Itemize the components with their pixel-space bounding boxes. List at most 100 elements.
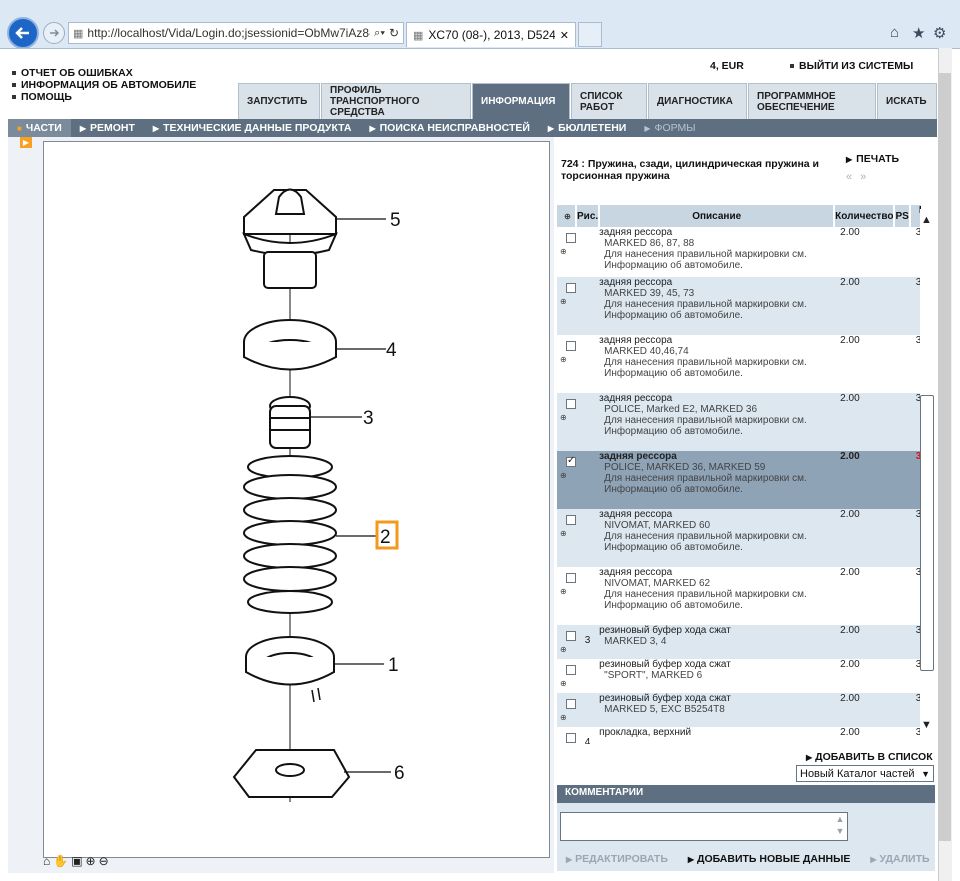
search-icon[interactable]: ⌕▾ — [374, 27, 385, 40]
table-row[interactable]: ⊕ задняя рессора MARKED 40,46,74 Для нанесе… — [557, 335, 921, 393]
row-qty: 2.00 — [834, 227, 895, 277]
tab-work-list[interactable]: СПИСОК РАБОТ — [571, 83, 647, 119]
fit-window-icon[interactable]: ▣ — [71, 854, 82, 868]
zoom-out-icon[interactable]: ⊖ — [99, 854, 109, 868]
row-desc: резиновый буфер хода сжат "SPORT", MARKED… — [599, 659, 835, 693]
home-icon[interactable]: ⌂ — [890, 24, 899, 41]
address-url: http://localhost/Vida/Login.do;jsessioni… — [87, 26, 371, 40]
top-link-vehicle-info[interactable]: ИНФОРМАЦИЯ ОБ АВТОМОБИЛЕ — [12, 79, 196, 91]
callout-4[interactable]: 4 — [386, 340, 397, 361]
pan-hand-icon[interactable]: ✋ — [53, 854, 68, 868]
callout-3[interactable]: 3 — [363, 408, 374, 429]
close-tab-icon[interactable]: ✕ — [560, 29, 569, 42]
top-link-errors[interactable]: ОТЧЕТ ОБ ОШИБКАХ — [12, 67, 196, 79]
comment-scroll-arrows[interactable]: ▲ ▼ — [833, 813, 847, 840]
row-checkbox[interactable] — [566, 283, 576, 293]
row-fig — [576, 227, 600, 277]
scroll-up-icon[interactable]: ▲ — [921, 214, 932, 226]
back-button[interactable] — [7, 17, 39, 49]
pin-icon: ⊕ — [560, 587, 567, 596]
address-bar[interactable]: ▦ http://localhost/Vida/Login.do;jsessio… — [68, 22, 404, 44]
settings-gear-icon[interactable]: ⚙ — [933, 24, 946, 42]
page-scroll-thumb[interactable] — [939, 73, 951, 841]
chevron-down-icon: ▼ — [921, 768, 930, 779]
row-checkbox[interactable] — [566, 515, 576, 525]
header-pin: ⊕ — [557, 205, 577, 227]
add-to-list-button[interactable]: ▶ ДОБАВИТЬ В СПИСОК — [806, 751, 933, 763]
favorites-star-icon[interactable]: ★ — [912, 24, 925, 42]
tab-start[interactable]: ЗАПУСТИТЬ — [238, 83, 320, 119]
tab-search[interactable]: ИСКАТЬ — [877, 83, 937, 119]
table-row[interactable]: ⊕ задняя рессора POLICE, Marked E2, MARKED… — [557, 393, 921, 451]
row-checkbox[interactable] — [566, 665, 576, 675]
row-ps — [894, 277, 910, 335]
tab-information[interactable]: ИНФОРМАЦИЯ — [472, 83, 570, 119]
table-row[interactable]: ⊕ резиновый буфер хода сжат MARKED 5, EXC … — [557, 693, 921, 727]
subnav-troubleshooting[interactable]: ▶ ПОИСКА НЕИСПРАВНОСТЕЙ — [360, 119, 538, 137]
comment-textarea[interactable] — [560, 812, 848, 841]
table-row[interactable]: ⊕ задняя рессора MARKED 39, 45, 73 Для нане… — [557, 277, 921, 335]
row-desc: задняя рессора NIVOMAT, MARKED 62 Для нане… — [599, 567, 835, 625]
callout-1[interactable]: 1 — [388, 655, 399, 676]
table-row[interactable]: ⊕ задняя рессора MARKED 86, 87, 88 Для нане… — [557, 227, 921, 277]
row-ps — [894, 727, 910, 744]
tab-vehicle-profile[interactable]: ПРОФИЛЬ ТРАНСПОРТНОГО СРЕДСТВА — [321, 83, 471, 119]
table-row[interactable]: ⊕4прокладка, верхний2.0030748807 — [557, 727, 921, 744]
callout-5[interactable]: 5 — [390, 210, 401, 231]
pin-icon: ⊕ — [560, 247, 567, 256]
top-links: ОТЧЕТ ОБ ОШИБКАХ ИНФОРМАЦИЯ ОБ АВТОМОБИЛ… — [12, 67, 196, 103]
parts-table-body: ⊕ задняя рессора MARKED 86, 87, 88 Для нане… — [557, 227, 921, 744]
forward-button[interactable] — [43, 22, 65, 44]
subnav-repair[interactable]: ▶ РЕМОНТ — [71, 119, 144, 137]
table-row[interactable]: ⊕ задняя рессораPOLICE, MARKED 36, MARKED… — [557, 451, 921, 509]
refresh-icon[interactable]: ↻ — [389, 26, 399, 40]
row-ps — [894, 659, 910, 693]
zoom-in-icon[interactable]: ⊕ — [86, 854, 96, 868]
subnav-parts[interactable]: ■ ЧАСТИ — [8, 119, 71, 137]
comments-header: КОММЕНТАРИИ — [557, 785, 935, 803]
print-button[interactable]: ▶ ПЕЧАТЬ — [846, 153, 899, 165]
row-fig: 4 — [576, 727, 600, 744]
scroll-down-icon[interactable]: ▼ — [921, 719, 932, 731]
header-desc[interactable]: Описание — [599, 205, 836, 227]
tab-diagnostics[interactable]: ДИАГНОСТИКА — [648, 83, 747, 119]
browser-tab[interactable]: ▦ XC70 (08-), 2013, D5244T15,... ✕ — [406, 22, 576, 47]
add-comment-button[interactable]: ▶ ДОБАВИТЬ НОВЫЕ ДАННЫЕ — [688, 853, 851, 865]
row-checkbox[interactable] — [566, 233, 576, 243]
row-checkbox[interactable] — [566, 573, 576, 583]
row-desc: задняя рессора MARKED 40,46,74 Для нанесен… — [599, 335, 835, 393]
tab-software[interactable]: ПРОГРАММНОЕ ОБЕСПЕЧЕНИЕ — [748, 83, 876, 119]
home-view-icon[interactable]: ⌂ — [43, 854, 50, 868]
row-checkbox[interactable] — [566, 399, 576, 409]
header-qty[interactable]: Количество — [834, 205, 896, 227]
logout-link[interactable]: ВЫЙТИ ИЗ СИСТЕМЫ — [790, 60, 913, 72]
table-row[interactable]: ⊕ задняя рессора NIVOMAT, MARKED 60 Для нан… — [557, 509, 921, 567]
callout-6[interactable]: 6 — [394, 763, 405, 784]
panel-toggle-icon[interactable]: ▶ — [20, 137, 32, 148]
row-checkbox[interactable] — [566, 631, 576, 641]
header-ps[interactable]: PS — [894, 205, 911, 227]
row-qty: 2.00 — [834, 727, 895, 744]
callout-2[interactable]: 2 — [380, 527, 391, 548]
table-row[interactable]: ⊕ задняя рессора NIVOMAT, MARKED 62 Для нан… — [557, 567, 921, 625]
parts-table-container: ⊕ Рис. Описание Количество PS Номер част… — [557, 205, 921, 744]
table-scroll-thumb[interactable] — [920, 395, 934, 671]
row-desc: задняя рессора POLICE, MARKED 36, MARKED … — [599, 451, 835, 509]
subnav-bulletins[interactable]: ▶ БЮЛЛЕТЕНИ — [539, 119, 635, 137]
row-checkbox[interactable] — [566, 699, 576, 709]
row-checkbox[interactable] — [566, 341, 576, 351]
row-qty: 2.00 — [834, 567, 895, 625]
row-checkbox[interactable] — [566, 455, 576, 467]
subnav-tech-data[interactable]: ▶ ТЕХНИЧЕСКИЕ ДАННЫЕ ПРОДУКТА — [144, 119, 361, 137]
top-link-help[interactable]: ПОМОЩЬ — [12, 91, 196, 103]
table-row[interactable]: ⊕ 3 резиновый буфер хода сжат MARKED 3, 4 2.… — [557, 625, 921, 659]
image-toolbar: ⌂ ✋ ▣ ⊕ ⊖ — [43, 854, 109, 868]
row-checkbox[interactable] — [566, 733, 576, 743]
table-row[interactable]: ⊕ резиновый буфер хода сжат "SPORT", MARKE… — [557, 659, 921, 693]
catalog-select[interactable]: Новый Каталог частей ▼ — [796, 765, 934, 782]
pin-icon: ⊕ — [560, 471, 567, 480]
header-fig[interactable]: Рис. — [576, 205, 601, 227]
row-ps — [894, 451, 910, 509]
new-tab-button[interactable] — [578, 22, 602, 47]
row-ps — [894, 227, 910, 277]
